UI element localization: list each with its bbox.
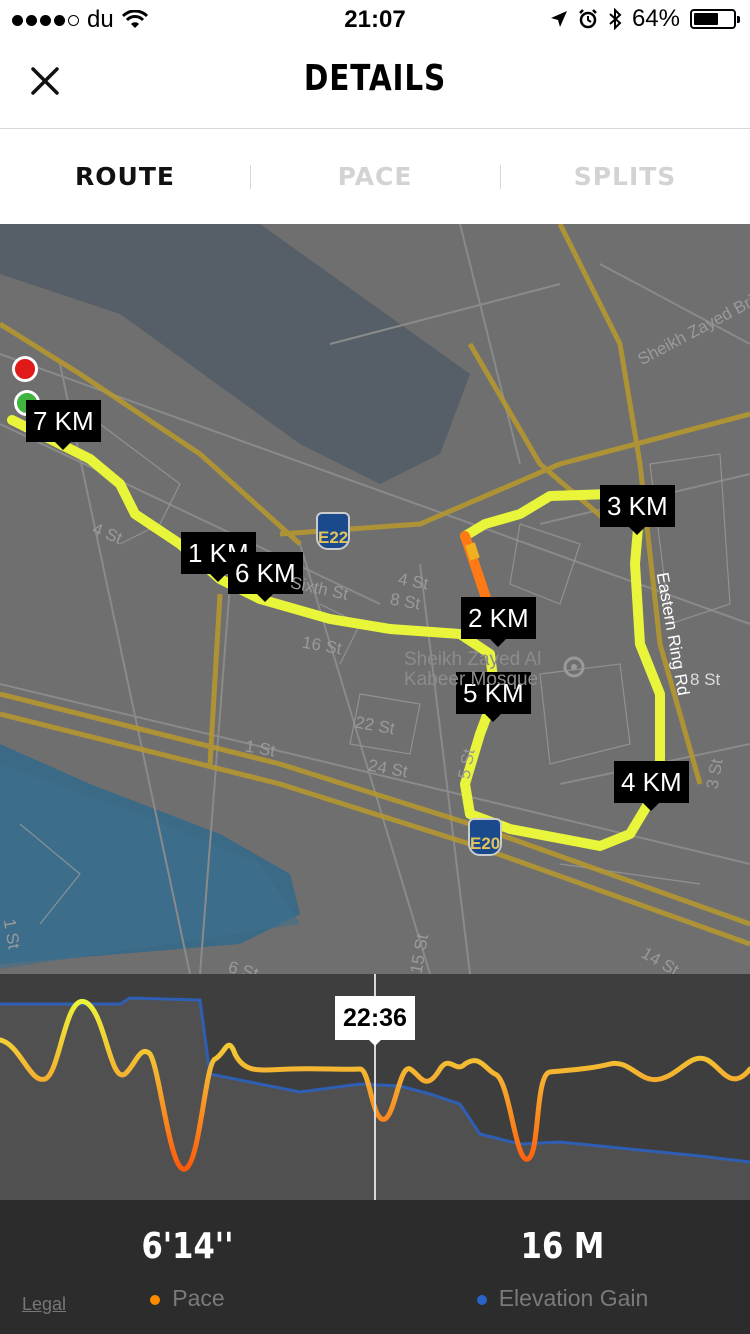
poi-label: Sheikh Zayed Al Kabeer Mosque xyxy=(404,649,542,690)
street-label: 8 St xyxy=(690,670,721,689)
legal-link[interactable]: Legal xyxy=(22,1294,66,1315)
tab-bar: ROUTE PACE SPLITS xyxy=(0,129,750,224)
end-marker xyxy=(12,356,38,382)
pace-elevation-chart[interactable]: 22:36 xyxy=(0,974,750,1200)
km-marker[interactable]: 3 KM xyxy=(600,485,675,535)
battery-percent: 64% xyxy=(631,5,680,32)
tab-route[interactable]: ROUTE xyxy=(0,129,250,224)
battery-icon xyxy=(690,9,740,29)
pace-value: 6'14'' xyxy=(141,1226,234,1267)
tab-divider xyxy=(250,165,251,189)
status-bar: du 21:07 64% xyxy=(0,0,750,40)
elevation-legend-dot xyxy=(476,1294,487,1305)
alarm-icon xyxy=(579,9,597,29)
map-canvas xyxy=(0,224,750,974)
tab-splits[interactable]: SPLITS xyxy=(500,129,750,224)
km-marker[interactable]: 7 KM xyxy=(26,400,101,450)
highway-shield: E22 xyxy=(316,512,350,550)
elevation-label-row: Elevation Gain xyxy=(375,1285,750,1312)
elevation-value: 16 M xyxy=(520,1226,605,1267)
route-map[interactable]: 7 KM 1 KM 6 KM 2 KM 3 KM 5 KM 4 KM E22 E… xyxy=(0,224,750,974)
tab-divider xyxy=(500,165,501,189)
time-label: 22:36 xyxy=(335,996,415,1046)
tab-pace[interactable]: PACE xyxy=(250,129,500,224)
km-marker[interactable]: 2 KM xyxy=(461,597,536,647)
elevation-stat: 16 M Elevation Gain xyxy=(375,1200,750,1312)
elevation-label: Elevation Gain xyxy=(498,1285,649,1311)
close-icon[interactable] xyxy=(30,66,60,96)
location-arrow-icon xyxy=(550,11,567,27)
km-marker[interactable]: 4 KM xyxy=(614,761,689,811)
nav-bar: DETAILS xyxy=(0,40,750,129)
highway-shield: E20 xyxy=(468,818,502,856)
stats-panel: 6'14'' Pace 16 M Elevation Gain Legal xyxy=(0,1200,750,1334)
pace-legend-dot xyxy=(150,1294,161,1305)
pace-label: Pace xyxy=(172,1285,225,1311)
page-title: DETAILS xyxy=(303,58,447,99)
bluetooth-icon xyxy=(609,8,622,30)
